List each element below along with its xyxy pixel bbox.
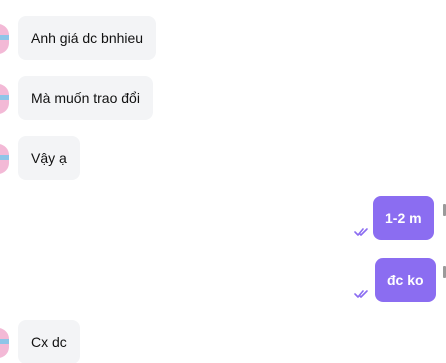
incoming-message-bubble: Cx dc	[18, 320, 80, 363]
contact-avatar[interactable]	[0, 84, 9, 114]
chat-message-list: Anh giá dc bnhieu Mà muốn trao đổi Vậy ạ…	[0, 0, 446, 363]
contact-avatar[interactable]	[0, 24, 9, 54]
incoming-message-bubble: Mà muốn trao đổi	[18, 76, 153, 120]
outgoing-message-bubble: đc ko	[375, 258, 436, 302]
incoming-message-bubble: Anh giá dc bnhieu	[18, 16, 157, 60]
double-check-icon	[354, 290, 368, 298]
outgoing-message-bubble: 1-2 m	[373, 196, 434, 240]
incoming-message-bubble: Vậy ạ	[18, 136, 80, 180]
contact-avatar[interactable]	[0, 144, 9, 174]
double-check-icon	[354, 228, 368, 236]
contact-avatar[interactable]	[0, 328, 9, 358]
